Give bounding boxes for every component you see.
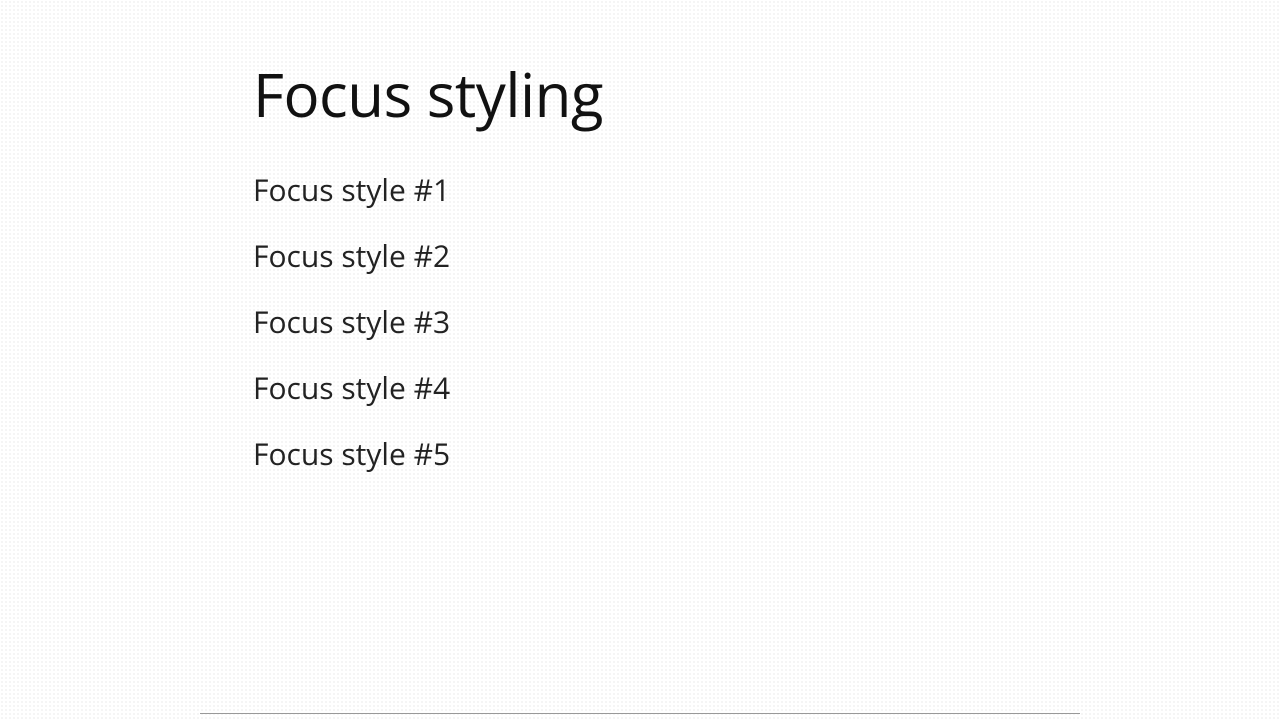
focus-style-link-1[interactable]: Focus style #1: [253, 169, 450, 210]
content-container: Focus styling Focus style #1 Focus style…: [253, 0, 1078, 472]
focus-style-link-5[interactable]: Focus style #5: [253, 433, 450, 474]
list-item: Focus style #4: [253, 370, 1078, 406]
focus-style-link-2[interactable]: Focus style #2: [253, 235, 450, 276]
list-item: Focus style #3: [253, 304, 1078, 340]
list-item: Focus style #1: [253, 172, 1078, 208]
link-list: Focus style #1 Focus style #2 Focus styl…: [253, 172, 1078, 472]
horizontal-rule: [200, 713, 1080, 714]
list-item: Focus style #5: [253, 436, 1078, 472]
focus-style-link-4[interactable]: Focus style #4: [253, 367, 450, 408]
focus-style-link-3[interactable]: Focus style #3: [253, 301, 450, 342]
list-item: Focus style #2: [253, 238, 1078, 274]
page-title: Focus styling: [253, 58, 1078, 130]
